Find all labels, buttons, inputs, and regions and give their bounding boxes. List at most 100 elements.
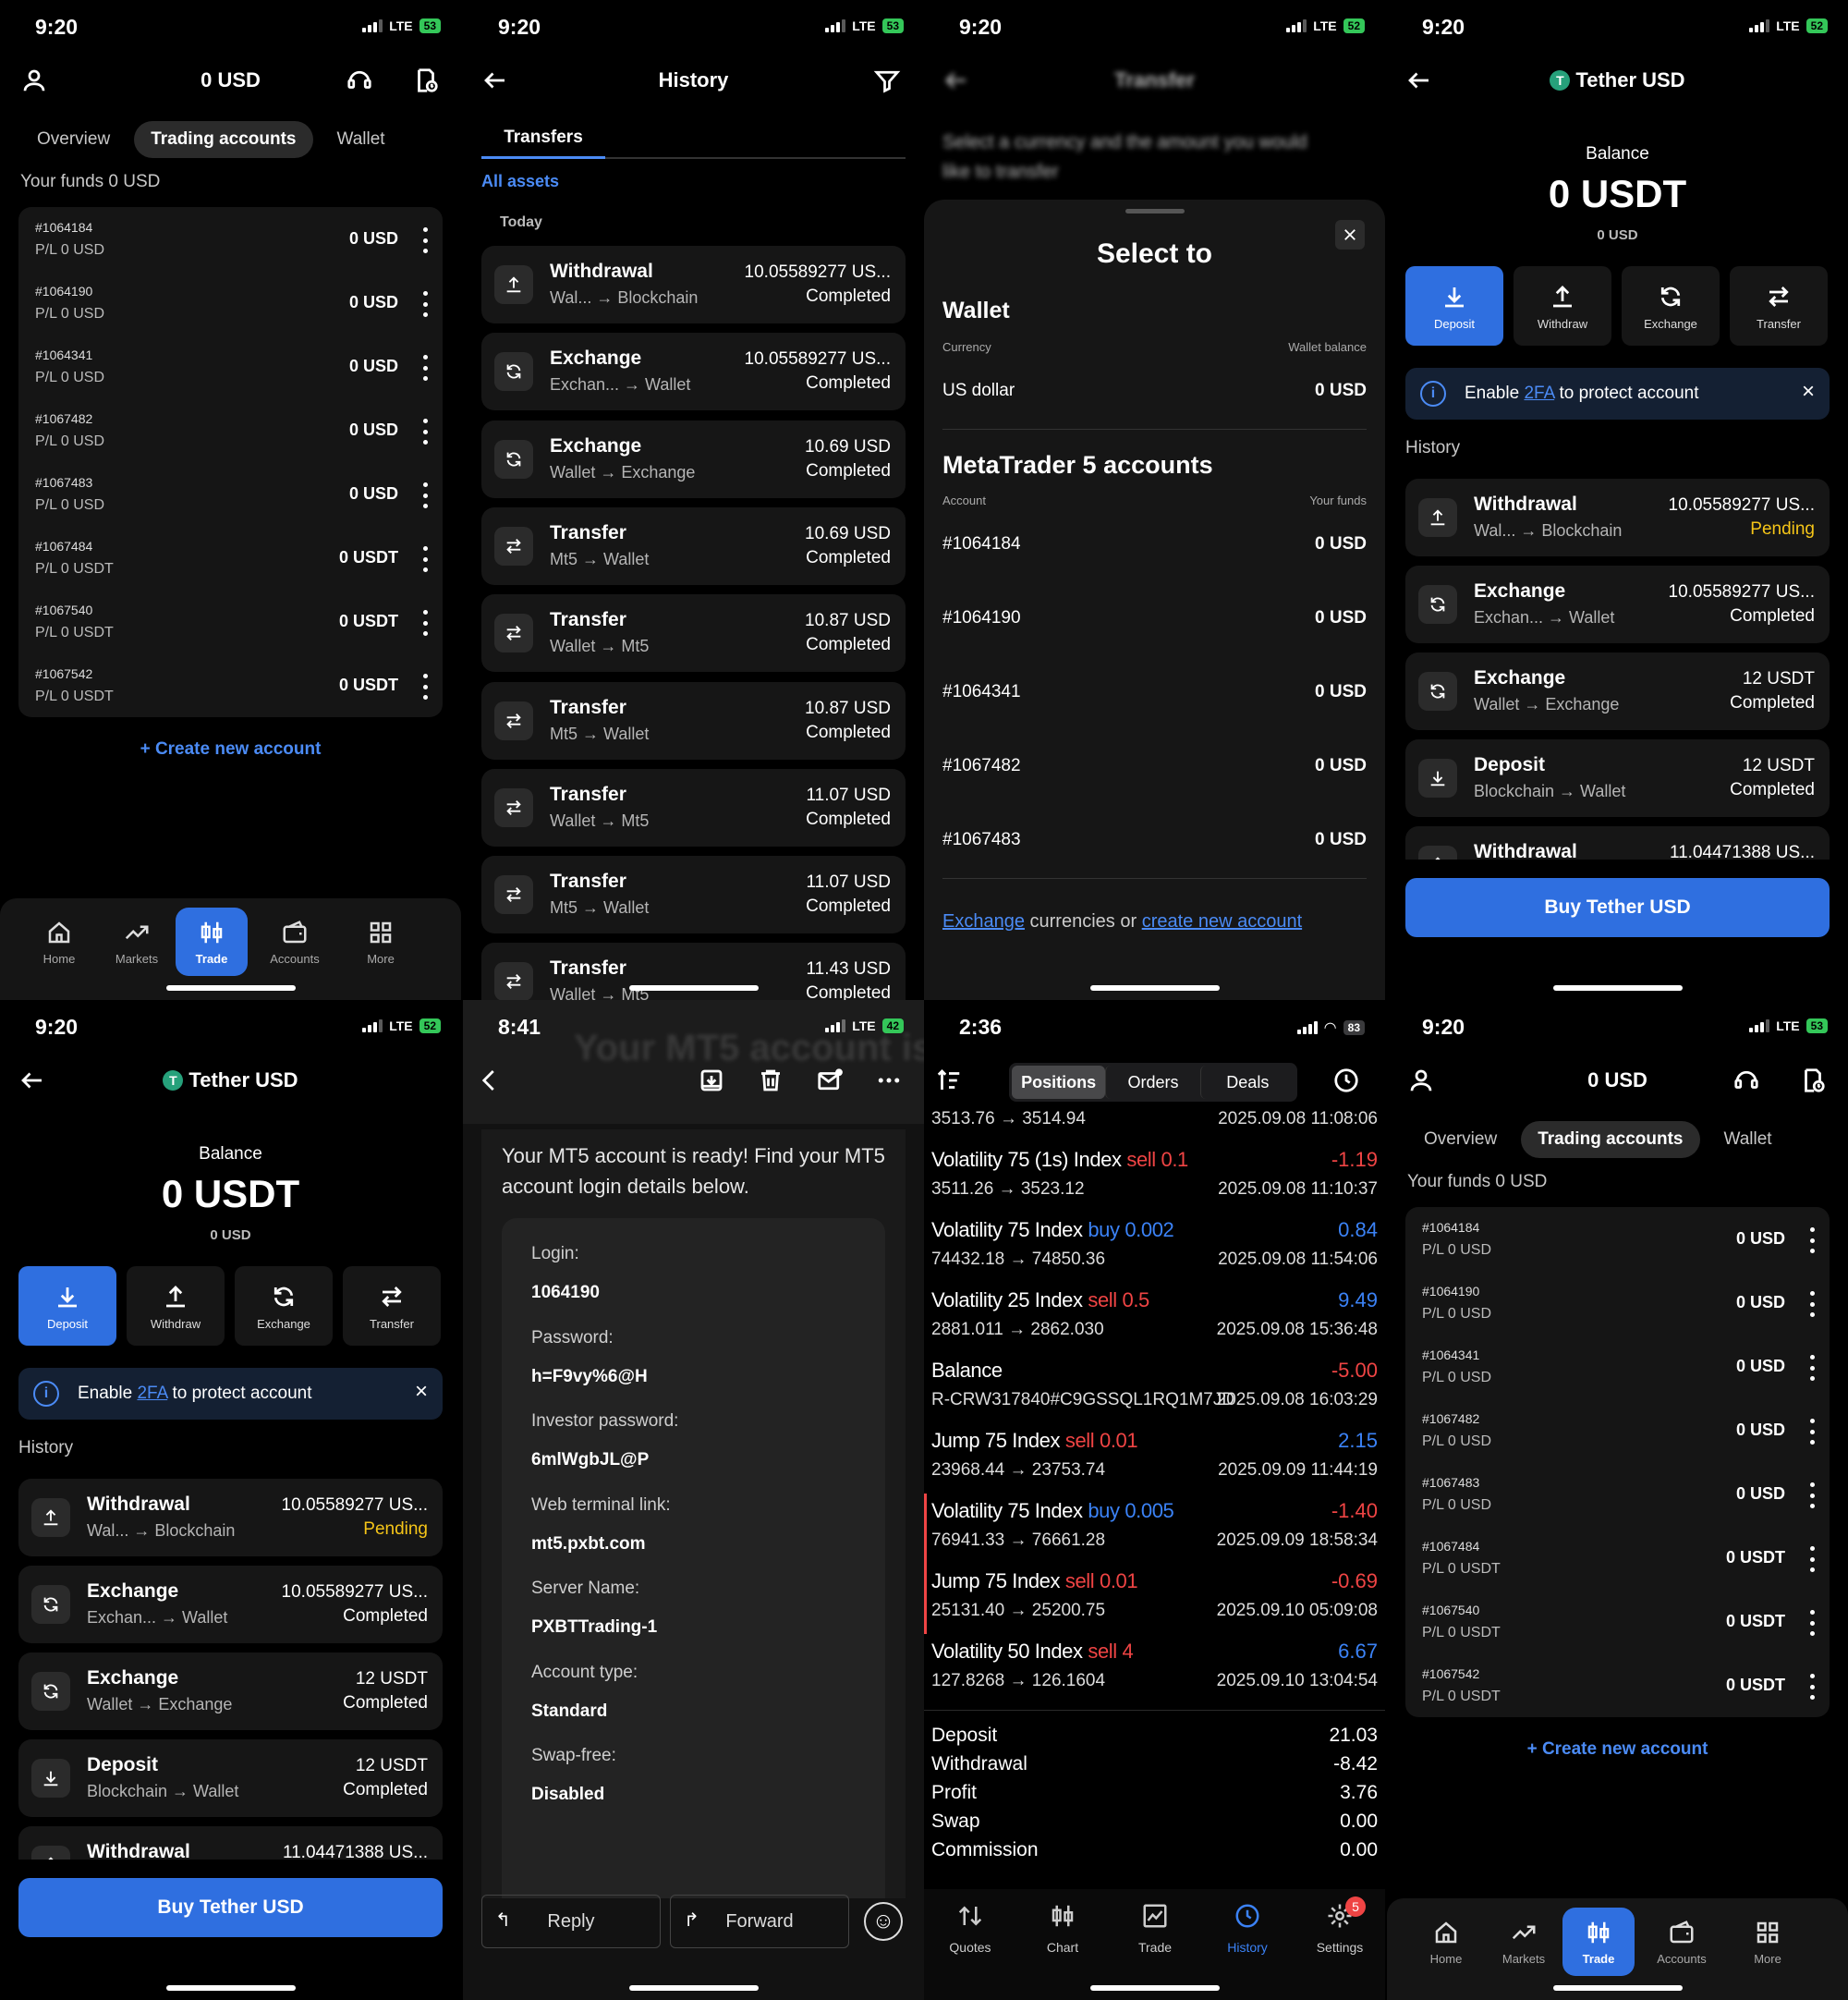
account-row[interactable]: #1064184 P/L 0 USD 0 USD xyxy=(1405,1207,1830,1271)
history-card[interactable]: Exchange Wallet → Exchange 12 USDT Complete… xyxy=(18,1652,443,1730)
tab-orders[interactable]: Orders xyxy=(1105,1066,1199,1099)
nav-accounts[interactable]: Accounts xyxy=(1646,1908,1718,1976)
tab-deals[interactable]: Deals xyxy=(1199,1066,1295,1099)
field-value[interactable]: PXBTTrading-1 xyxy=(531,1617,657,1638)
mail-icon[interactable] xyxy=(814,1065,845,1096)
kebab-menu-icon[interactable] xyxy=(1807,1546,1817,1572)
account-row[interactable]: #1067483 P/L 0 USD 0 USD xyxy=(1405,1462,1830,1526)
support-icon[interactable] xyxy=(344,65,375,96)
history-card[interactable]: Exchange Exchan... → Wallet 10.05589277 US… xyxy=(1405,566,1830,643)
tab-trading-accounts[interactable]: Trading accounts xyxy=(1521,1121,1700,1158)
kebab-menu-icon[interactable] xyxy=(420,674,430,700)
kebab-menu-icon[interactable] xyxy=(1807,1419,1817,1445)
nav-home[interactable]: Home xyxy=(1410,1908,1482,1976)
account-row[interactable]: #1064341 P/L 0 USD 0 USD xyxy=(18,335,443,398)
2fa-link[interactable]: 2FA xyxy=(1524,384,1554,403)
nav-more[interactable]: More xyxy=(1732,1908,1804,1976)
mt5-account-row[interactable]: #1064341 0 USD xyxy=(942,682,1367,702)
tab-positions[interactable]: Positions xyxy=(1012,1066,1106,1099)
account-row[interactable]: #1064190 P/L 0 USD 0 USD xyxy=(1405,1271,1830,1335)
account-row[interactable]: #1067540 P/L 0 USDT 0 USDT xyxy=(1405,1590,1830,1653)
nav-more[interactable]: More xyxy=(345,908,417,976)
deal-row[interactable]: Jump 75 Index sell 0.01 25131.40 → 25200.… xyxy=(924,1564,1378,1634)
back-chevron-icon[interactable] xyxy=(474,1065,505,1096)
2fa-link[interactable]: 2FA xyxy=(137,1384,167,1403)
kebab-menu-icon[interactable] xyxy=(420,419,430,445)
history-card[interactable]: Withdrawal Wal... → Blockchain 10.05589277… xyxy=(481,246,906,323)
history-card[interactable]: Deposit Blockchain → Wallet 12 USDT Complet… xyxy=(18,1739,443,1817)
account-row[interactable]: #1064341 P/L 0 USD 0 USD xyxy=(1405,1335,1830,1398)
mt5-nav-trade[interactable]: Trade xyxy=(1118,1902,1192,1955)
history-card[interactable]: Withdrawal 11.04471388 US... xyxy=(1405,826,1830,860)
mt5-account-row[interactable]: #1064184 0 USD xyxy=(942,534,1367,555)
deposit-button[interactable]: Deposit xyxy=(18,1266,116,1346)
kebab-menu-icon[interactable] xyxy=(1807,1355,1817,1381)
history-doc-icon[interactable] xyxy=(410,65,442,96)
mt5-nav-chart[interactable]: Chart xyxy=(1026,1902,1100,1955)
account-row[interactable]: #1067484 P/L 0 USDT 0 USDT xyxy=(1405,1526,1830,1590)
account-row[interactable]: #1064184 P/L 0 USD 0 USD xyxy=(18,207,443,271)
tab-wallet[interactable]: Wallet xyxy=(321,121,402,158)
kebab-menu-icon[interactable] xyxy=(420,227,430,253)
buy-tether-button[interactable]: Buy Tether USD xyxy=(18,1878,443,1937)
account-row[interactable]: #1067484 P/L 0 USDT 0 USDT xyxy=(18,526,443,590)
account-row[interactable]: #1067542 P/L 0 USDT 0 USDT xyxy=(18,653,443,717)
tab-overview[interactable]: Overview xyxy=(20,121,127,158)
field-value[interactable]: mt5.pxbt.com xyxy=(531,1534,671,1555)
nav-trade[interactable]: Trade xyxy=(176,908,248,976)
history-card[interactable]: Exchange Wallet → Exchange 10.69 USD Comple… xyxy=(481,420,906,498)
mt5-account-row[interactable]: #1067483 0 USD xyxy=(942,830,1367,850)
field-value[interactable]: 1064190 xyxy=(531,1283,600,1303)
history-card[interactable]: Exchange Wallet → Exchange 12 USDT Complete… xyxy=(1405,652,1830,730)
deal-row[interactable]: Volatility 75 Index buy 0.002 74432.18 → … xyxy=(931,1213,1378,1283)
history-card[interactable]: Withdrawal Wal... → Blockchain 10.05589277… xyxy=(1405,479,1830,556)
account-row[interactable]: #1067482 P/L 0 USD 0 USD xyxy=(18,398,443,462)
support-icon[interactable] xyxy=(1731,1065,1762,1096)
exchange-link[interactable]: Exchange xyxy=(942,911,1025,932)
exchange-button[interactable]: Exchange xyxy=(1622,266,1720,346)
kebab-menu-icon[interactable] xyxy=(420,355,430,381)
kebab-menu-icon[interactable] xyxy=(1807,1482,1817,1508)
withdraw-button[interactable]: Withdraw xyxy=(127,1266,225,1346)
field-value[interactable]: Disabled xyxy=(531,1785,616,1805)
kebab-menu-icon[interactable] xyxy=(1807,1674,1817,1700)
account-row[interactable]: #1067540 P/L 0 USDT 0 USDT xyxy=(18,590,443,653)
kebab-menu-icon[interactable] xyxy=(1807,1227,1817,1253)
forward-button[interactable]: ↱ Forward xyxy=(670,1895,849,1948)
transfer-button[interactable]: Transfer xyxy=(343,1266,441,1346)
account-row[interactable]: #1067483 P/L 0 USD 0 USD xyxy=(18,462,443,526)
field-value[interactable]: h=F9vy%6@H xyxy=(531,1367,648,1387)
kebab-menu-icon[interactable] xyxy=(1807,1291,1817,1317)
history-card[interactable]: Transfer Mt5 → Wallet 10.87 USD Completed xyxy=(481,681,906,760)
field-value[interactable]: Standard xyxy=(531,1701,638,1722)
tab-trading-accounts[interactable]: Trading accounts xyxy=(134,121,313,158)
field-value[interactable]: 6mlWgbJL@P xyxy=(531,1450,678,1470)
assets-filter[interactable]: All assets xyxy=(481,172,559,191)
kebab-menu-icon[interactable] xyxy=(420,482,430,508)
kebab-menu-icon[interactable] xyxy=(420,291,430,317)
history-card[interactable]: Withdrawal 11.04471388 US... xyxy=(18,1826,443,1860)
transfer-button[interactable]: Transfer xyxy=(1730,266,1828,346)
deal-row[interactable]: Volatility 75 Index buy 0.005 76941.33 → … xyxy=(924,1494,1378,1564)
history-card[interactable]: Transfer Wallet → Mt5 11.43 USD Completed xyxy=(481,943,906,1000)
deal-row[interactable]: Balance R-CRW317840#C9GSSQL1RQ1M7JD -5.00… xyxy=(931,1353,1378,1423)
nav-accounts[interactable]: Accounts xyxy=(259,908,331,976)
nav-markets[interactable]: Markets xyxy=(1488,1908,1560,1976)
withdraw-button[interactable]: Withdraw xyxy=(1514,266,1611,346)
exchange-button[interactable]: Exchange xyxy=(235,1266,333,1346)
history-card[interactable]: Exchange Exchan... → Wallet 10.05589277 US… xyxy=(481,333,906,411)
history-card[interactable]: Transfer Wallet → Mt5 11.07 USD Completed xyxy=(481,768,906,847)
account-row[interactable]: #1064190 P/L 0 USD 0 USD xyxy=(18,271,443,335)
more-icon[interactable] xyxy=(873,1065,905,1096)
create-account-link[interactable]: create new account xyxy=(1142,911,1302,932)
mt5-nav-history[interactable]: History xyxy=(1210,1902,1284,1955)
mt5-account-row[interactable]: #1067482 0 USD xyxy=(942,756,1367,776)
close-icon[interactable]: × xyxy=(1802,379,1815,405)
sheet-grabber[interactable] xyxy=(1125,209,1185,213)
emoji-icon[interactable]: ☺ xyxy=(864,1902,903,1941)
history-card[interactable]: Transfer Wallet → Mt5 10.87 USD Completed xyxy=(481,594,906,673)
deal-row[interactable]: Volatility 25 Index sell 0.5 2881.011 → 2… xyxy=(931,1283,1378,1353)
wallet-row[interactable]: US dollar 0 USD xyxy=(942,381,1367,401)
kebab-menu-icon[interactable] xyxy=(1807,1610,1817,1636)
buy-tether-button[interactable]: Buy Tether USD xyxy=(1405,878,1830,937)
